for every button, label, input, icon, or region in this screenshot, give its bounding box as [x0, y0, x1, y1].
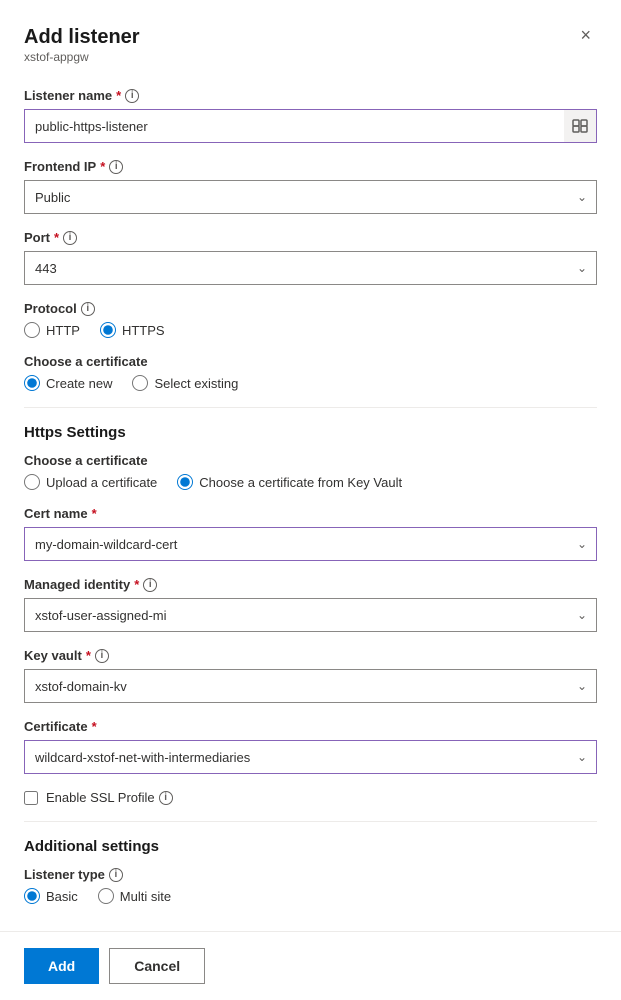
protocol-field: Protocol i HTTP HTTPS [24, 301, 597, 338]
certificate-required: * [92, 719, 97, 734]
certificate-select-wrapper: wildcard-xstof-net-with-intermediaries ⌄ [24, 740, 597, 774]
listener-name-input[interactable] [24, 109, 597, 143]
listener-name-input-wrapper [24, 109, 597, 143]
listener-type-basic-option[interactable]: Basic [24, 888, 78, 904]
choose-certificate-radio-group: Create new Select existing [24, 375, 597, 391]
cert-create-new-label: Create new [46, 376, 112, 391]
managed-identity-info-icon[interactable]: i [143, 578, 157, 592]
panel-footer: Add Cancel [0, 931, 621, 1000]
protocol-http-label: HTTP [46, 323, 80, 338]
managed-identity-field: Managed identity * i xstof-user-assigned… [24, 577, 597, 632]
cert-create-new-option[interactable]: Create new [24, 375, 112, 391]
managed-identity-select[interactable]: xstof-user-assigned-mi [24, 598, 597, 632]
ssl-profile-field: Enable SSL Profile i [24, 790, 597, 805]
listener-type-label: Listener type i [24, 867, 597, 882]
listener-type-radio-group: Basic Multi site [24, 888, 597, 904]
cert-upload-radio[interactable] [24, 474, 40, 490]
protocol-https-radio[interactable] [100, 322, 116, 338]
listener-type-basic-radio[interactable] [24, 888, 40, 904]
https-settings-title: Https Settings [24, 424, 597, 441]
cert-select-existing-radio[interactable] [132, 375, 148, 391]
listener-name-info-icon[interactable]: i [125, 89, 139, 103]
close-button[interactable]: × [574, 24, 597, 46]
listener-name-action-icon[interactable] [564, 110, 596, 142]
key-vault-select-wrapper: xstof-domain-kv ⌄ [24, 669, 597, 703]
protocol-https-option[interactable]: HTTPS [100, 322, 165, 338]
panel-subtitle: xstof-appgw [24, 50, 140, 64]
key-vault-label: Key vault * i [24, 648, 597, 663]
add-button[interactable]: Add [24, 948, 99, 984]
frontend-ip-label: Frontend IP * i [24, 159, 597, 174]
cert-select-existing-label: Select existing [154, 376, 238, 391]
protocol-http-option[interactable]: HTTP [24, 322, 80, 338]
cert-keyvault-radio[interactable] [177, 474, 193, 490]
cert-source-radio-group: Upload a certificate Choose a certificat… [24, 474, 597, 490]
cert-name-select[interactable]: my-domain-wildcard-cert [24, 527, 597, 561]
managed-identity-required: * [134, 577, 139, 592]
listener-type-multisite-option[interactable]: Multi site [98, 888, 171, 904]
divider-1 [24, 407, 597, 408]
choose-certificate-label: Choose a certificate [24, 354, 597, 369]
listener-name-label: Listener name * i [24, 88, 597, 103]
certificate-label: Certificate * [24, 719, 597, 734]
additional-settings-title: Additional settings [24, 838, 597, 855]
choose-certificate-field: Choose a certificate Create new Select e… [24, 354, 597, 391]
key-vault-field: Key vault * i xstof-domain-kv ⌄ [24, 648, 597, 703]
cert-select-existing-option[interactable]: Select existing [132, 375, 238, 391]
listener-name-required: * [116, 88, 121, 103]
cert-name-select-wrapper: my-domain-wildcard-cert ⌄ [24, 527, 597, 561]
cert-keyvault-option[interactable]: Choose a certificate from Key Vault [177, 474, 402, 490]
protocol-http-radio[interactable] [24, 322, 40, 338]
listener-type-basic-label: Basic [46, 889, 78, 904]
protocol-info-icon[interactable]: i [81, 302, 95, 316]
listener-type-multisite-label: Multi site [120, 889, 171, 904]
cert-source-field: Choose a certificate Upload a certificat… [24, 453, 597, 490]
key-vault-required: * [86, 648, 91, 663]
protocol-label: Protocol i [24, 301, 597, 316]
listener-type-info-icon[interactable]: i [109, 868, 123, 882]
additional-settings-section: Additional settings Listener type i Basi… [24, 838, 597, 904]
ssl-profile-info-icon[interactable]: i [159, 791, 173, 805]
listener-name-field: Listener name * i [24, 88, 597, 143]
port-select-wrapper: 443 80 ⌄ [24, 251, 597, 285]
panel-header: Add listener xstof-appgw × [24, 24, 597, 84]
cert-source-label: Choose a certificate [24, 453, 597, 468]
frontend-ip-select-wrapper: Public Private ⌄ [24, 180, 597, 214]
panel-title-group: Add listener xstof-appgw [24, 24, 140, 84]
port-label: Port * i [24, 230, 597, 245]
add-listener-panel: Add listener xstof-appgw × Listener name… [0, 0, 621, 1000]
port-required: * [54, 230, 59, 245]
ssl-profile-label: Enable SSL Profile i [46, 790, 173, 805]
panel-title: Add listener [24, 24, 140, 50]
frontend-ip-field: Frontend IP * i Public Private ⌄ [24, 159, 597, 214]
managed-identity-label: Managed identity * i [24, 577, 597, 592]
certificate-select[interactable]: wildcard-xstof-net-with-intermediaries [24, 740, 597, 774]
listener-type-field: Listener type i Basic Multi site [24, 867, 597, 904]
cancel-button[interactable]: Cancel [109, 948, 205, 984]
key-vault-select[interactable]: xstof-domain-kv [24, 669, 597, 703]
frontend-ip-required: * [100, 159, 105, 174]
cert-name-required: * [92, 506, 97, 521]
port-info-icon[interactable]: i [63, 231, 77, 245]
cert-upload-option[interactable]: Upload a certificate [24, 474, 157, 490]
listener-type-multisite-radio[interactable] [98, 888, 114, 904]
protocol-radio-group: HTTP HTTPS [24, 322, 597, 338]
port-select[interactable]: 443 80 [24, 251, 597, 285]
frontend-ip-info-icon[interactable]: i [109, 160, 123, 174]
cert-name-field: Cert name * my-domain-wildcard-cert ⌄ [24, 506, 597, 561]
key-vault-info-icon[interactable]: i [95, 649, 109, 663]
https-settings-section: Https Settings Choose a certificate Uplo… [24, 424, 597, 805]
divider-2 [24, 821, 597, 822]
port-field: Port * i 443 80 ⌄ [24, 230, 597, 285]
certificate-field: Certificate * wildcard-xstof-net-with-in… [24, 719, 597, 774]
cert-upload-label: Upload a certificate [46, 475, 157, 490]
ssl-profile-checkbox[interactable] [24, 791, 38, 805]
protocol-https-label: HTTPS [122, 323, 165, 338]
cert-keyvault-label: Choose a certificate from Key Vault [199, 475, 402, 490]
cert-name-label: Cert name * [24, 506, 597, 521]
managed-identity-select-wrapper: xstof-user-assigned-mi ⌄ [24, 598, 597, 632]
cert-create-new-radio[interactable] [24, 375, 40, 391]
frontend-ip-select[interactable]: Public Private [24, 180, 597, 214]
